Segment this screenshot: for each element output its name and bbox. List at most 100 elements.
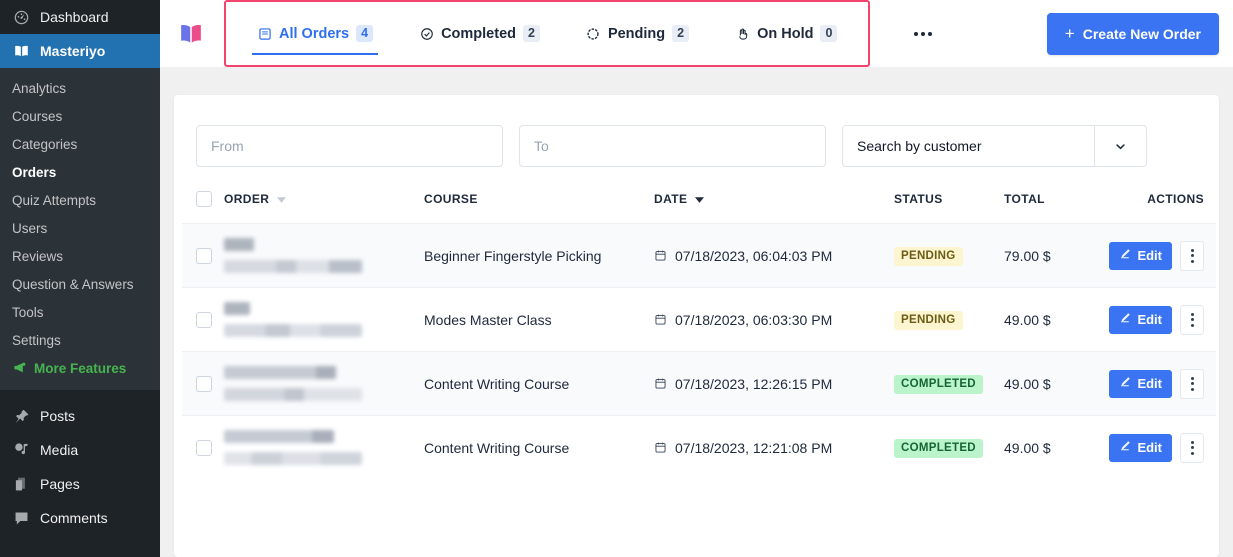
edit-button[interactable]: Edit: [1109, 433, 1172, 462]
sidebar-item-pages[interactable]: Pages: [0, 467, 160, 501]
create-new-order-button[interactable]: + Create New Order: [1046, 12, 1219, 55]
dotted-circle-icon: [586, 26, 601, 41]
row-select-cell: [182, 288, 224, 352]
sidebar-item-question-answers[interactable]: Question & Answers: [0, 270, 160, 298]
tab-count: 2: [672, 25, 690, 42]
redacted-order-info: [224, 366, 424, 401]
redacted-bar: [224, 302, 250, 315]
chevron-down-icon[interactable]: [1094, 126, 1146, 166]
column-date[interactable]: DATE: [654, 183, 894, 224]
tab-pending[interactable]: Pending 2: [563, 2, 712, 65]
tab-on-hold[interactable]: On Hold 0: [712, 2, 860, 65]
calendar-icon: [654, 249, 667, 262]
media-icon: [11, 440, 31, 460]
table-row[interactable]: Content Writing Course 0: [182, 351, 1216, 416]
row-more-options-icon[interactable]: [1180, 240, 1204, 271]
sort-desc-icon-active[interactable]: [695, 192, 705, 206]
date-value: 07/18/2023, 12:21:08 PM: [675, 439, 833, 456]
row-more-options-icon[interactable]: [1180, 368, 1204, 399]
row-checkbox[interactable]: [196, 375, 212, 392]
redacted-bar: [224, 430, 334, 443]
table-row[interactable]: Content Writing Course 0: [182, 415, 1216, 480]
tab-label: All Orders: [279, 25, 350, 42]
sidebar-item-courses[interactable]: Courses: [0, 102, 160, 130]
tab-completed[interactable]: Completed 2: [396, 2, 563, 65]
row-more-options-icon[interactable]: [1180, 304, 1204, 335]
sidebar-item-tools[interactable]: Tools: [0, 298, 160, 326]
sidebar-item-label: Orders: [12, 164, 57, 180]
masteriyo-logo-icon: [172, 15, 210, 53]
sidebar-item-analytics[interactable]: Analytics: [0, 74, 160, 102]
hand-icon: [735, 26, 750, 41]
sidebar-item-quiz-attempts[interactable]: Quiz Attempts: [0, 186, 160, 214]
date-from-input[interactable]: [196, 125, 503, 167]
sidebar-item-orders[interactable]: Orders: [0, 158, 160, 186]
column-label: STATUS: [894, 192, 943, 206]
redacted-bar: [224, 238, 254, 251]
sort-desc-icon[interactable]: [277, 192, 287, 206]
tab-label: On Hold: [757, 25, 814, 42]
row-checkbox[interactable]: [196, 311, 212, 328]
actions-cell: Edit: [1096, 288, 1216, 352]
tab-count: 4: [356, 25, 374, 42]
list-icon: [257, 26, 272, 41]
sidebar-item-comments[interactable]: Comments: [0, 501, 160, 535]
status-badge: PENDING: [894, 310, 963, 330]
sidebar-item-masteriyo[interactable]: Masteriyo: [0, 34, 160, 68]
date-to-input[interactable]: [519, 125, 826, 167]
edit-label: Edit: [1137, 376, 1162, 391]
sidebar-item-more-features[interactable]: More Features: [0, 354, 160, 382]
edit-button[interactable]: Edit: [1109, 369, 1172, 398]
sidebar-item-label: Reviews: [12, 248, 64, 264]
pin-icon: [11, 406, 31, 426]
customer-select[interactable]: Search by customer: [842, 125, 1147, 167]
select-all-header: [182, 183, 224, 224]
status-badge: COMPLETED: [894, 374, 983, 394]
date-cell: 07/18/2023, 06:04:03 PM: [654, 224, 894, 288]
calendar-icon: [654, 313, 667, 326]
row-more-options-icon[interactable]: [1180, 432, 1204, 463]
sidebar-divider: [0, 390, 160, 399]
sidebar-item-media[interactable]: Media: [0, 433, 160, 467]
sidebar-item-posts[interactable]: Posts: [0, 399, 160, 433]
column-order[interactable]: ORDER: [224, 183, 424, 224]
redacted-order-info: [224, 430, 424, 465]
column-course: COURSE: [424, 183, 654, 224]
column-label: TOTAL: [1004, 192, 1045, 206]
column-actions: ACTIONS: [1096, 183, 1216, 224]
admin-page: Dashboard Masteriyo Analytics Courses Ca…: [0, 0, 1233, 557]
row-checkbox[interactable]: [196, 247, 212, 264]
sidebar-item-categories[interactable]: Categories: [0, 130, 160, 158]
column-total: TOTAL: [1004, 183, 1096, 224]
sidebar-item-dashboard[interactable]: Dashboard: [0, 0, 160, 34]
sidebar-item-users[interactable]: Users: [0, 214, 160, 242]
page-topbar: All Orders 4 Completed 2 Pending 2 On Ho…: [160, 0, 1233, 67]
total-cell: 49.00 $: [1004, 311, 1051, 328]
main-area: All Orders 4 Completed 2 Pending 2 On Ho…: [160, 0, 1233, 557]
edit-button[interactable]: Edit: [1109, 305, 1172, 334]
select-all-checkbox[interactable]: [196, 191, 212, 207]
sidebar-item-settings[interactable]: Settings: [0, 326, 160, 354]
calendar-icon: [654, 441, 667, 454]
status-cell: PENDING: [894, 288, 1004, 352]
table-row[interactable]: Beginner Fingerstyle Picking 07/18/2023,…: [182, 223, 1216, 288]
column-status: STATUS: [894, 183, 1004, 224]
redacted-order-info: [224, 238, 424, 273]
table-row[interactable]: Modes Master Class 07/18/2023, 06:03:30 …: [182, 287, 1216, 352]
order-cell: [224, 288, 424, 352]
order-cell: [224, 352, 424, 416]
more-options-icon[interactable]: [906, 24, 940, 44]
date-cell: 07/18/2023, 06:03:30 PM: [654, 288, 894, 352]
tab-label: Pending: [607, 25, 666, 42]
sidebar-item-label: Settings: [12, 332, 61, 348]
row-select-cell: [182, 224, 224, 288]
tab-all-orders[interactable]: All Orders 4: [234, 2, 396, 65]
orders-table: ORDER COURSE DATE STATUS TOTAL ACTIONS B…: [182, 183, 1216, 479]
column-label: DATE: [654, 192, 688, 206]
edit-button[interactable]: Edit: [1109, 241, 1172, 270]
sidebar-item-label: Users: [12, 220, 48, 236]
row-checkbox[interactable]: [196, 439, 212, 456]
redacted-order-info: [224, 302, 424, 337]
sidebar-item-reviews[interactable]: Reviews: [0, 242, 160, 270]
edit-icon: [1119, 248, 1131, 263]
